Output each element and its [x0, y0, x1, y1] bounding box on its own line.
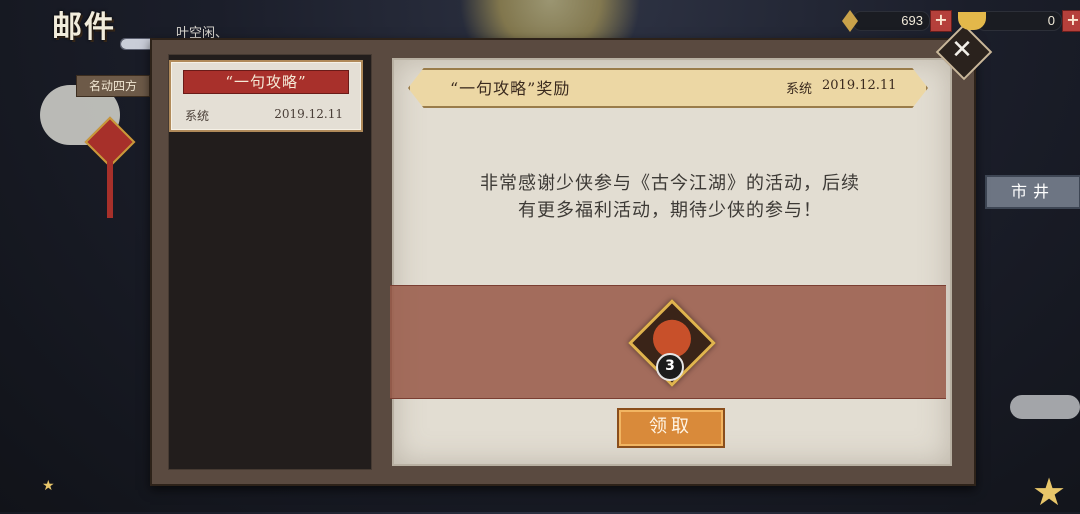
mail-date: 2019.12.11	[822, 78, 897, 93]
cloud-decoration	[1010, 395, 1080, 419]
mail-body-line: 有更多福利活动，期待少侠的参与！	[518, 200, 822, 221]
knot-charm-icon	[84, 116, 136, 218]
mail-sender: 系统	[786, 82, 813, 97]
status-tag[interactable]: 名动四方	[76, 75, 150, 97]
mail-body-line: 非常感谢少侠参与《古今江湖》的活动，后续	[480, 173, 860, 194]
mail-item-sender: 系统	[185, 109, 210, 123]
mail-item-date: 2019.12.11	[274, 107, 343, 121]
coin-amount: 693	[852, 11, 930, 31]
claim-button[interactable]: 领取	[617, 408, 725, 448]
star-icon: ★	[42, 478, 55, 494]
ingot-currency: 0 +	[958, 10, 1080, 32]
mail-content-panel	[392, 58, 952, 466]
page-title: 邮件	[52, 10, 116, 45]
mail-body: 非常感谢少侠参与《古今江湖》的活动，后续 有更多福利活动，期待少侠的参与！	[400, 170, 940, 224]
mail-item-title: “一句攻略”	[183, 70, 349, 94]
reward-count-badge: 3	[656, 353, 684, 381]
star-icon: ★	[1032, 470, 1067, 514]
mail-title: “一句攻略”奖励	[450, 79, 571, 98]
mail-list-item[interactable]: “一句攻略” 系统 2019.12.11	[169, 60, 363, 132]
map-location-button[interactable]: 市井	[985, 175, 1080, 209]
add-ingots-button[interactable]: +	[1062, 10, 1080, 32]
add-coins-button[interactable]: +	[930, 10, 952, 32]
close-icon[interactable]: ✕	[944, 32, 980, 68]
coin-currency: 693 +	[842, 10, 952, 32]
ingot-amount: 0	[976, 11, 1062, 31]
